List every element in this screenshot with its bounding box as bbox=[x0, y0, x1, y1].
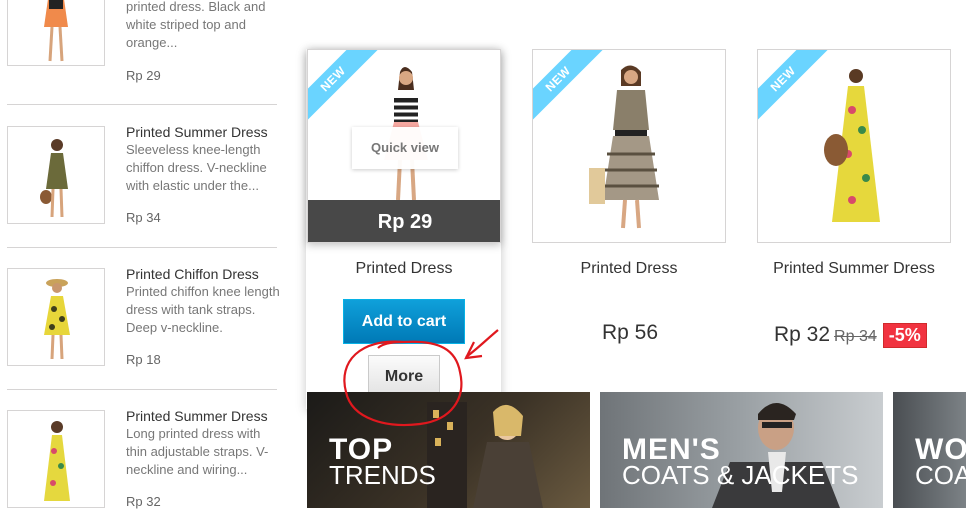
sidebar-divider bbox=[7, 389, 277, 390]
quick-view-button[interactable]: Quick view bbox=[352, 127, 458, 169]
dress-photo-icon bbox=[40, 139, 68, 218]
product-3-price-row: Rp 32 Rp 34 -5% bbox=[774, 323, 927, 348]
sidebar-item-0-price: Rp 29 bbox=[126, 68, 161, 83]
banner-subtitle: TRENDS bbox=[329, 460, 436, 490]
sidebar-item-3-title[interactable]: Printed Summer Dress bbox=[126, 408, 268, 424]
dress-photo-icon bbox=[44, 279, 70, 360]
product-2-image[interactable]: NEW bbox=[532, 49, 726, 243]
product-1-name[interactable]: Printed Dress bbox=[307, 257, 501, 280]
sidebar-item-1-desc: Sleeveless knee-length chiffon dress. V-… bbox=[126, 142, 267, 193]
sidebar-item-2-thumbnail[interactable] bbox=[7, 268, 105, 366]
product-1-hover-price: Rp 29 bbox=[308, 200, 500, 242]
dress-photo-icon bbox=[44, 421, 70, 501]
sidebar-divider bbox=[7, 247, 277, 248]
product-3-image[interactable]: NEW bbox=[757, 49, 951, 243]
banner-mens-coats[interactable]: MEN'S COATS & JACKETS bbox=[600, 392, 883, 508]
banner-womens-coats[interactable]: WO COAT bbox=[893, 392, 966, 508]
sidebar-item-1-price: Rp 34 bbox=[126, 210, 161, 225]
sidebar-item-0-thumbnail[interactable] bbox=[7, 0, 105, 66]
product-2-price: Rp 56 bbox=[602, 321, 659, 344]
sidebar-item-0-desc: printed dress. Black and white striped t… bbox=[126, 0, 266, 50]
product-1-image[interactable]: NEW Quick view Rp 29 bbox=[307, 49, 501, 243]
sidebar-item-3-thumbnail[interactable] bbox=[7, 410, 105, 508]
sidebar-item-1-title[interactable]: Printed Summer Dress bbox=[126, 124, 268, 140]
product-3-price: Rp 32 bbox=[774, 323, 831, 346]
product-3-name[interactable]: Printed Summer Dress bbox=[757, 257, 951, 280]
sidebar-item-3-desc: Long printed dress with thin adjustable … bbox=[126, 426, 269, 477]
sidebar-item-1-thumbnail[interactable] bbox=[7, 126, 105, 224]
discount-badge: -5% bbox=[882, 323, 927, 348]
banner-top-trends[interactable]: TOP TRENDS bbox=[307, 392, 590, 508]
banner-subtitle: COATS & JACKETS bbox=[622, 460, 859, 490]
dress-photo-icon bbox=[44, 0, 68, 62]
sidebar-item-2-price: Rp 18 bbox=[126, 352, 161, 367]
sidebar-divider bbox=[7, 104, 277, 105]
sidebar-item-2-title[interactable]: Printed Chiffon Dress bbox=[126, 266, 259, 282]
add-to-cart-button[interactable]: Add to cart bbox=[343, 299, 465, 344]
banner-subtitle: COAT bbox=[915, 460, 966, 490]
sidebar-item-3-price: Rp 32 bbox=[126, 494, 161, 509]
product-3-old-price: Rp 34 bbox=[834, 328, 877, 345]
sidebar-item-2-desc: Printed chiffon knee length dress with t… bbox=[126, 284, 280, 335]
product-2-name[interactable]: Printed Dress bbox=[532, 257, 726, 280]
